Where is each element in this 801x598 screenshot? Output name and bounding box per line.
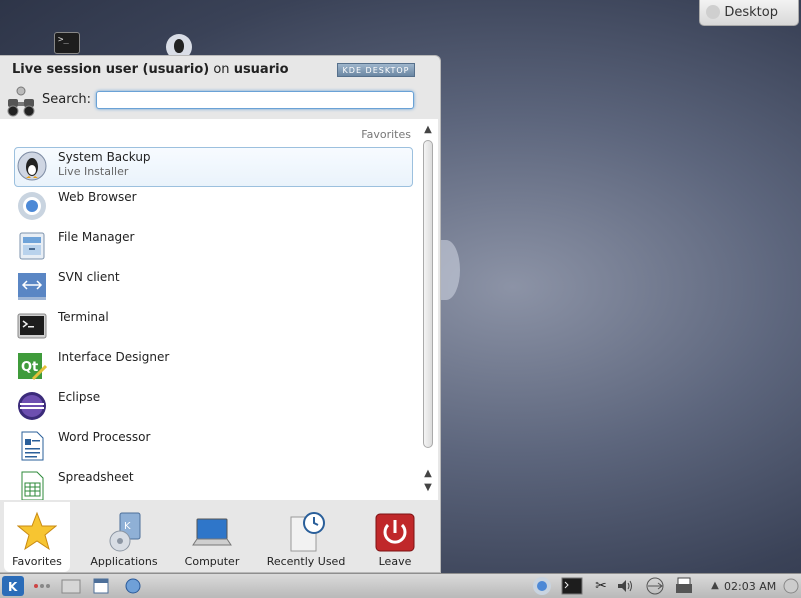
scroll-down-icon[interactable]: ▼ [422, 482, 434, 494]
tab-label: Leave [378, 555, 412, 568]
favorite-label: Web Browser [58, 190, 137, 204]
arrow-up-icon[interactable]: ▲ [706, 577, 724, 595]
favorite-label: Terminal [58, 310, 109, 324]
penguin-icon [17, 151, 47, 181]
favorite-label: Interface Designer [58, 350, 170, 364]
calendar-icon[interactable] [92, 577, 110, 595]
favorites-panel: Favorites System Backup Live Installer W… [0, 119, 438, 500]
favorite-file-manager[interactable]: File Manager [14, 227, 413, 267]
favorite-subtitle: Live Installer [58, 165, 129, 178]
computer-icon [192, 518, 232, 546]
search-label: Search: [42, 92, 92, 107]
clock[interactable]: 02:03 AM [724, 580, 776, 593]
tab-recently-used[interactable]: Recently Used [262, 502, 350, 572]
favorite-word-processor[interactable]: Word Processor [14, 427, 413, 467]
eclipse-icon [18, 392, 46, 420]
favorite-label: Eclipse [58, 390, 101, 404]
scrollbar-thumb[interactable] [423, 140, 433, 448]
clock-icon [290, 512, 325, 552]
spreadsheet-icon [21, 471, 44, 500]
usb-icon[interactable] [644, 577, 666, 595]
user-line: Live session user (usuario) on usuario [12, 62, 289, 77]
favorite-system-backup[interactable]: System Backup Live Installer [14, 147, 413, 187]
tab-applications[interactable]: K Applications [86, 502, 162, 572]
scissors-icon[interactable]: ✂ [592, 577, 610, 595]
cashew-icon [706, 5, 720, 19]
terminal-icon [17, 313, 47, 339]
star-icon [17, 511, 57, 551]
favorite-label: System Backup [58, 150, 151, 164]
show-desktop-icon[interactable] [61, 577, 81, 595]
favorite-label: Spreadsheet [58, 470, 134, 484]
launcher-tabs: Favorites K Applications Computer Recent… [0, 502, 441, 572]
favorites-scrollbar[interactable]: ▲ ▲ ▼ [421, 124, 435, 496]
favorite-web-browser[interactable]: Web Browser [14, 187, 413, 227]
favorite-label: File Manager [58, 230, 135, 244]
file-manager-icon [19, 232, 45, 260]
tab-label: Favorites [12, 555, 62, 568]
network-globe-icon[interactable] [124, 577, 142, 595]
svg-text:Qt: Qt [21, 360, 38, 375]
binoculars-search-icon [7, 86, 35, 117]
scroll-up-icon[interactable]: ▲ [422, 124, 434, 136]
scroll-up-icon-lower[interactable]: ▲ [422, 468, 434, 480]
svn-icon [18, 273, 46, 300]
desktop-button-label: Desktop [724, 5, 778, 20]
kde-logo: KDE DESKTOP [337, 63, 415, 77]
tab-computer[interactable]: Computer [176, 502, 248, 572]
browser-icon [18, 192, 46, 220]
host-name: usuario [233, 62, 289, 77]
printer-icon[interactable] [675, 577, 693, 595]
applications-icon: K [109, 512, 141, 552]
desktop-terminal-icon[interactable]: >_ [54, 32, 80, 54]
kde-menu-icon[interactable]: K [2, 576, 24, 596]
favorite-interface-designer[interactable]: Qt Interface Designer [14, 347, 413, 387]
user-name: Live session user (usuario) [12, 62, 210, 77]
taskbar: K ✂ ▲ 02:03 AM [0, 573, 801, 598]
desktop-toolbox-button[interactable]: Desktop [699, 0, 799, 26]
tab-favorites[interactable]: Favorites [4, 502, 70, 572]
favorite-eclipse[interactable]: Eclipse [14, 387, 413, 427]
volume-icon[interactable] [616, 577, 634, 595]
favorite-svn-client[interactable]: SVN client [14, 267, 413, 307]
favorite-terminal[interactable]: Terminal [14, 307, 413, 347]
tab-label: Applications [90, 555, 158, 568]
svg-text:K: K [8, 580, 18, 594]
qt-designer-icon: Qt [18, 353, 47, 381]
tab-leave[interactable]: Leave [366, 502, 424, 572]
tab-label: Recently Used [266, 555, 346, 568]
power-icon [375, 513, 415, 552]
favorite-spreadsheet[interactable]: Spreadsheet [14, 467, 413, 500]
favorite-label: Word Processor [58, 430, 151, 444]
svg-text:K: K [124, 521, 131, 532]
favorite-label: SVN client [58, 270, 120, 284]
tab-label: Computer [184, 555, 240, 568]
favorites-header: Favorites [361, 128, 411, 141]
cashew-icon[interactable] [782, 577, 800, 595]
browser-icon[interactable] [532, 576, 552, 596]
terminal-icon[interactable] [561, 577, 583, 595]
search-input[interactable] [96, 91, 414, 109]
on-word: on [213, 62, 230, 77]
favorites-list: System Backup Live Installer Web Browser [14, 147, 413, 500]
word-processor-icon [21, 431, 44, 461]
pager-icon[interactable] [32, 577, 52, 595]
application-launcher: Live session user (usuario) on usuario K… [0, 55, 441, 573]
